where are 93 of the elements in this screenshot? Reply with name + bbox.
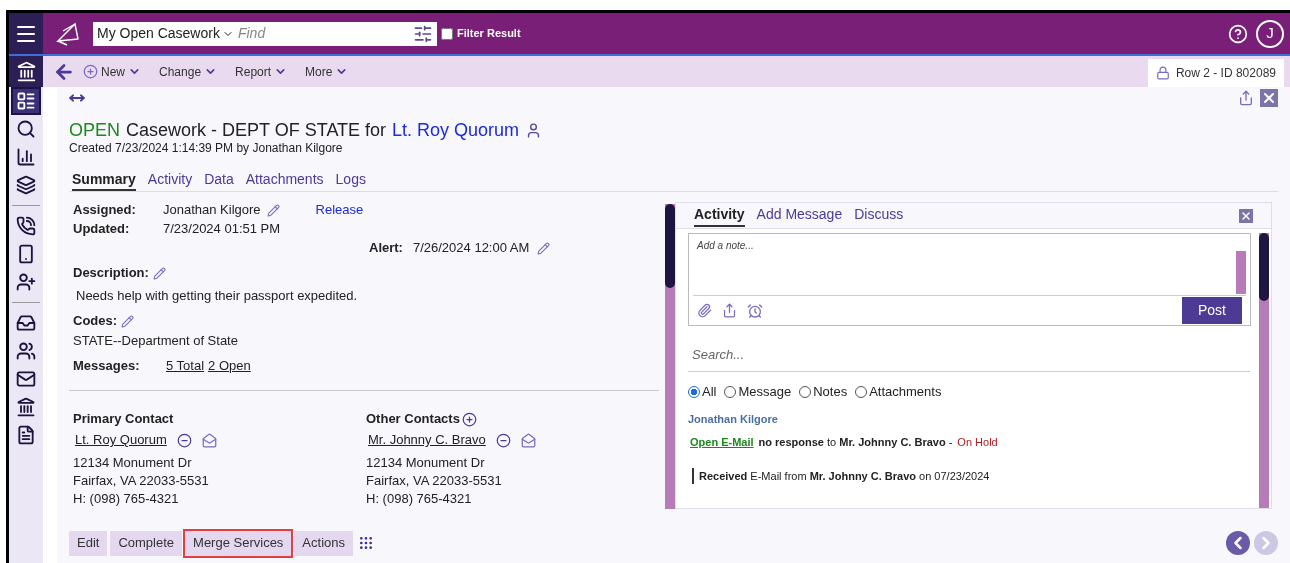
bank-icon[interactable] bbox=[9, 56, 43, 87]
edit-icon[interactable] bbox=[266, 203, 280, 217]
action-button[interactable]: Complete bbox=[110, 530, 183, 556]
filter-result-label: Filter Result bbox=[457, 26, 521, 42]
field-label: Assigned: bbox=[73, 202, 137, 218]
contact-heading: Primary Contact bbox=[73, 411, 174, 427]
codes-text: STATE--Department of State bbox=[73, 333, 239, 349]
field-label: Description: bbox=[73, 265, 149, 281]
help-icon[interactable] bbox=[1228, 23, 1248, 44]
view-selector[interactable]: My Open Casework bbox=[97, 23, 234, 44]
more-actions-icon[interactable] bbox=[358, 535, 374, 551]
activity-entry: Received E-Mail from Mr. Johnny C. Bravo on 07/23/2024 bbox=[692, 467, 1251, 484]
add-contact-icon[interactable] bbox=[461, 411, 477, 427]
note-editor[interactable]: Add a note... Post bbox=[688, 233, 1251, 326]
scrollbar-thumb[interactable] bbox=[665, 204, 675, 288]
close-panel-button[interactable] bbox=[1239, 208, 1253, 223]
field-label: Codes: bbox=[73, 313, 118, 329]
open-email-link[interactable]: Open E-Mail bbox=[690, 434, 754, 451]
filter-radio[interactable]: Attachments bbox=[855, 382, 942, 402]
toolbar-menu[interactable]: Report bbox=[235, 62, 288, 81]
scrollbar-thumb[interactable] bbox=[1236, 251, 1246, 294]
panel-tab[interactable]: Add Message bbox=[756, 204, 843, 227]
case-status: OPEN bbox=[69, 119, 120, 141]
toolbar-menu[interactable]: New bbox=[83, 62, 141, 81]
status-label: On Hold bbox=[957, 435, 998, 450]
release-link[interactable]: Release bbox=[315, 202, 364, 218]
filter-result-checkbox[interactable] bbox=[441, 27, 453, 40]
share-icon[interactable] bbox=[1238, 90, 1254, 106]
tab[interactable]: Logs bbox=[335, 170, 366, 191]
address-line: H: (098) 765-4321 bbox=[366, 490, 473, 508]
description-text: Needs help with getting their passport expedited. bbox=[76, 288, 359, 304]
logo-icon bbox=[55, 20, 81, 47]
scrollbar-thumb[interactable] bbox=[1259, 233, 1269, 301]
filter-radio[interactable]: Message bbox=[724, 382, 792, 402]
edit-icon[interactable] bbox=[537, 241, 551, 255]
filter-settings-icon[interactable] bbox=[413, 23, 433, 44]
panel-tab[interactable]: Discuss bbox=[854, 204, 904, 227]
contact-name-link[interactable]: Mr. Johnny C. Bravo bbox=[368, 432, 486, 448]
tab[interactable]: Attachments bbox=[245, 170, 324, 191]
toolbar-menu[interactable]: More bbox=[305, 62, 349, 81]
close-icon bbox=[1261, 90, 1277, 106]
share-icon[interactable] bbox=[722, 303, 737, 318]
field-value: 7/23/2024 01:51 PM bbox=[163, 221, 281, 237]
created-info: Created 7/23/2024 1:14:39 PM by Jonathan Kilgore bbox=[69, 141, 344, 156]
address-line: Fairfax, VA 22033-5531 bbox=[366, 472, 503, 490]
address-line: H: (098) 765-4321 bbox=[73, 490, 180, 508]
contact-name-link[interactable]: Lt. Roy Quorum bbox=[75, 432, 167, 448]
toolbar-menu[interactable]: Change bbox=[159, 62, 218, 81]
field-value: 7/26/2024 12:00 AM bbox=[412, 240, 530, 256]
close-button[interactable] bbox=[1260, 89, 1278, 107]
list-layout-icon[interactable] bbox=[11, 87, 41, 115]
note-placeholder: Add a note... bbox=[697, 239, 754, 253]
filter-radio[interactable]: All bbox=[688, 382, 717, 402]
remove-icon[interactable] bbox=[495, 432, 511, 448]
plus-icon bbox=[83, 64, 98, 79]
record-id: Row 2 - ID 802089 bbox=[1175, 65, 1276, 82]
panel-tab[interactable]: Activity bbox=[694, 204, 745, 227]
alarm-clock-icon[interactable] bbox=[747, 302, 763, 319]
field-label: Alert: bbox=[369, 240, 403, 256]
remove-icon[interactable] bbox=[176, 432, 192, 448]
activity-entry: no response to Mr. Johnny C. Bravo - bbox=[758, 435, 953, 450]
filter-radio[interactable]: Notes bbox=[799, 382, 848, 402]
action-button[interactable]: Edit bbox=[69, 530, 108, 556]
activity-author: Jonathan Kilgore bbox=[688, 411, 779, 427]
lock-icon bbox=[1155, 66, 1170, 80]
address-line: 12134 Monument Dr bbox=[366, 454, 486, 472]
action-button[interactable]: Merge Services bbox=[185, 530, 292, 556]
case-title: Casework - DEPT OF STATE for bbox=[126, 119, 387, 141]
open-mail-icon[interactable] bbox=[201, 432, 217, 448]
close-icon bbox=[1240, 209, 1252, 222]
open-mail-icon[interactable] bbox=[520, 432, 536, 448]
find-field[interactable]: Find bbox=[237, 23, 413, 44]
field-label: Updated: bbox=[73, 221, 131, 237]
previous-button[interactable] bbox=[1226, 531, 1250, 555]
field-label: Messages: bbox=[73, 358, 141, 374]
menu-button[interactable] bbox=[9, 13, 43, 54]
address-line: Fairfax, VA 22033-5531 bbox=[73, 472, 210, 490]
post-button[interactable]: Post bbox=[1182, 297, 1242, 324]
field-value: Jonathan Kilgore bbox=[163, 202, 261, 218]
tab[interactable]: Summary bbox=[72, 170, 136, 191]
edit-icon[interactable] bbox=[152, 266, 166, 280]
tab[interactable]: Activity bbox=[147, 170, 193, 191]
tab[interactable]: Data bbox=[204, 170, 234, 191]
edit-icon[interactable] bbox=[121, 314, 135, 328]
contact-link[interactable]: Lt. Roy Quorum bbox=[392, 119, 520, 141]
activity-search-field[interactable]: Search... bbox=[688, 342, 1250, 372]
messages-link[interactable]: 2 Open bbox=[208, 358, 251, 374]
action-button[interactable]: Actions bbox=[294, 530, 353, 556]
attach-icon[interactable] bbox=[697, 303, 712, 318]
user-avatar[interactable]: J bbox=[1256, 19, 1284, 48]
messages-link[interactable]: 5 Total bbox=[166, 358, 205, 374]
address-line: 12134 Monument Dr bbox=[73, 454, 193, 472]
contact-heading: Other Contacts bbox=[366, 411, 460, 427]
